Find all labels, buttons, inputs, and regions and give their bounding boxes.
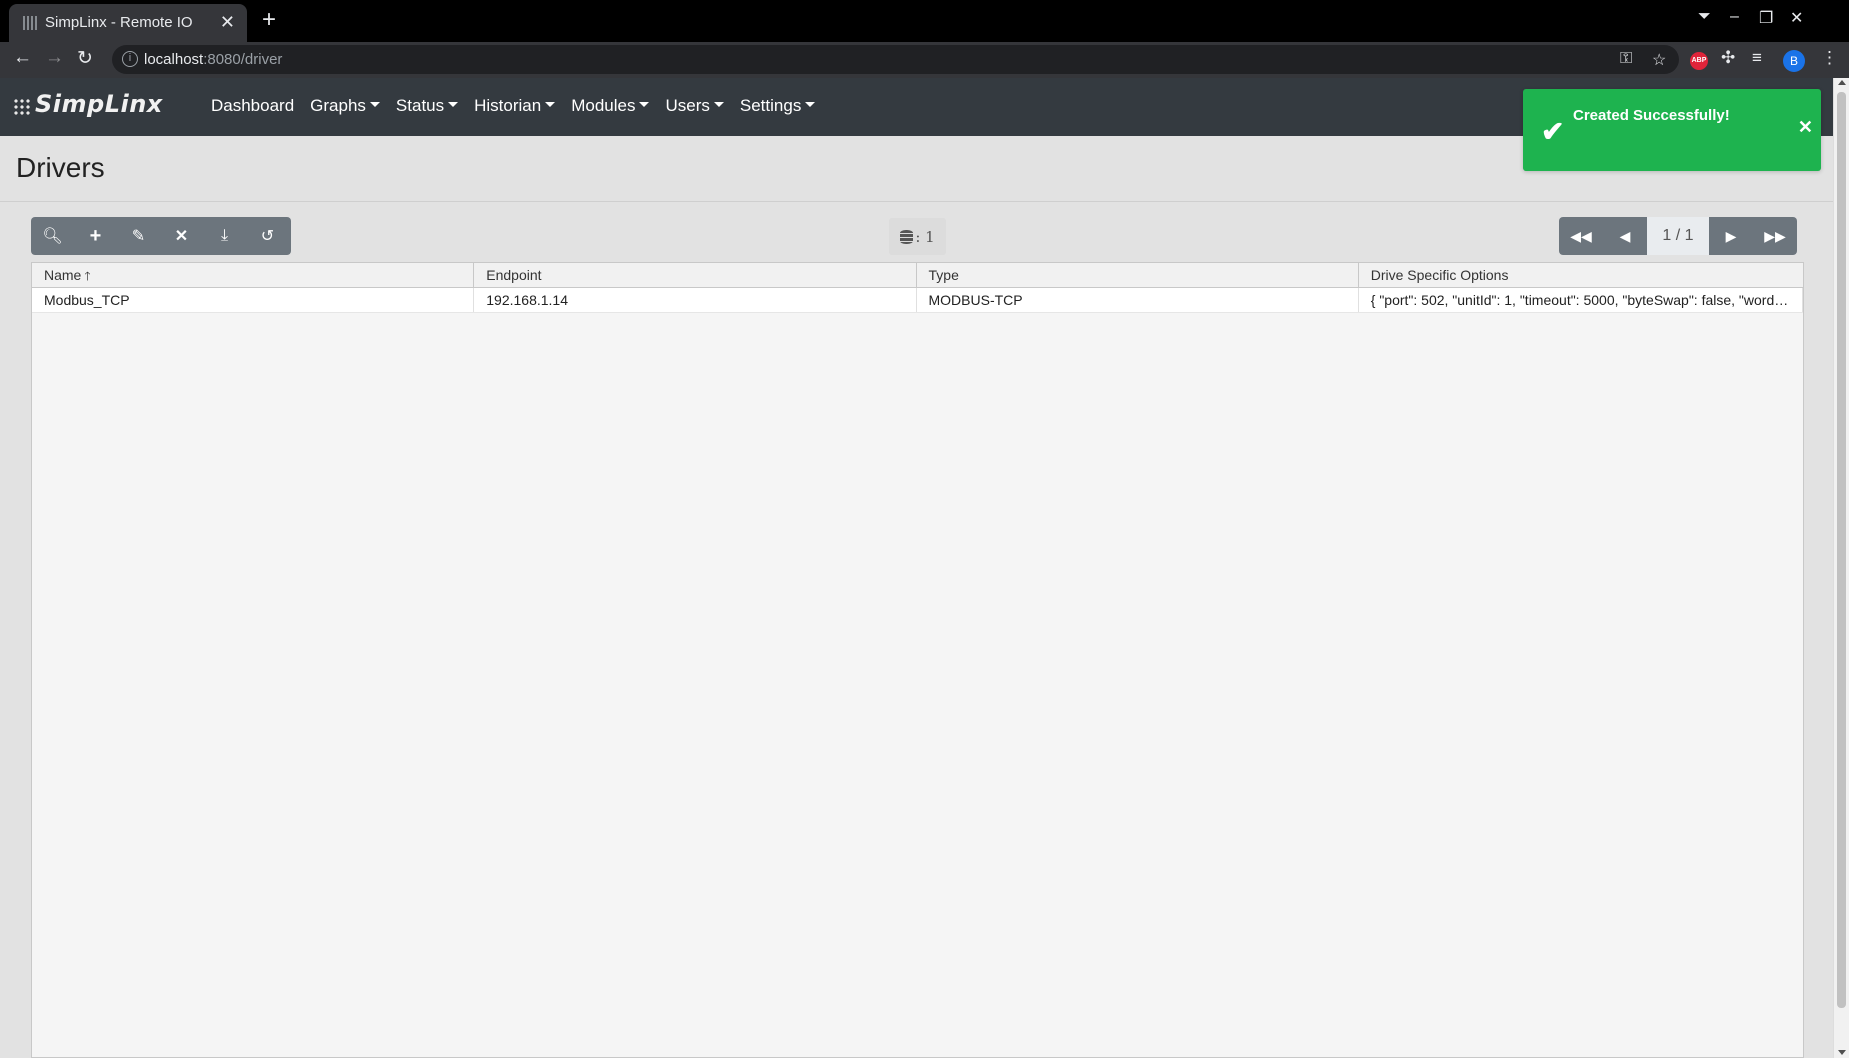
nav-users[interactable]: Users <box>665 96 724 116</box>
address-bar[interactable]: i localhost:8080/driver ⚿ ☆ <box>112 45 1679 74</box>
caret-down-icon <box>713 102 724 108</box>
avatar[interactable]: B <box>1783 50 1805 72</box>
download-button[interactable]: ⤓ <box>203 217 246 255</box>
back-icon[interactable]: ← <box>13 47 32 69</box>
right-icon: ▶ <box>1725 227 1737 244</box>
database-icon <box>900 229 914 244</box>
drivers-table: Name 🡑 Endpoint Type Drive Specific Optio… <box>31 262 1804 1058</box>
last-page-button[interactable]: ▶▶ <box>1753 217 1797 255</box>
download-icon: ⤓ <box>220 227 229 244</box>
refresh-button[interactable]: ↺ <box>246 217 289 255</box>
search-icon: 🔍︎ <box>42 228 63 245</box>
caret-down-icon <box>805 102 816 108</box>
adblock-extension-icon[interactable]: ABP <box>1690 52 1708 70</box>
caret-down-icon <box>545 102 556 108</box>
prev-page-button[interactable]: ◀ <box>1603 217 1647 255</box>
browser-tab-bar: SimpLinx - Remote IO ✕ + ⏷ – ❐ ✕ <box>0 0 1849 42</box>
cell-options[interactable]: { "port": 502, "unitId": 1, "timeout": 5… <box>1359 288 1803 312</box>
tab-close-icon[interactable]: ✕ <box>220 12 235 33</box>
table-header: Name 🡑 Endpoint Type Drive Specific Optio… <box>32 263 1803 288</box>
column-header-type[interactable]: Type <box>917 263 1359 287</box>
table-row[interactable]: Modbus_TCP 192.168.1.14 MODBUS-TCP { "po… <box>32 288 1803 313</box>
record-count-badge: : 1 <box>889 218 946 255</box>
column-header-name[interactable]: Name 🡑 <box>32 263 475 287</box>
cell-endpoint[interactable]: 192.168.1.14 <box>474 288 917 312</box>
media-icon[interactable]: ≡ <box>1752 48 1762 68</box>
edit-button[interactable]: ✎ <box>117 217 160 255</box>
scroll-up-icon[interactable] <box>1838 80 1846 85</box>
search-button[interactable]: 🔍︎ <box>31 217 74 255</box>
puzzle-icon[interactable]: ✣ <box>1721 48 1735 68</box>
check-icon: ✔ <box>1541 116 1565 147</box>
brand-dots-icon <box>13 98 31 116</box>
delete-button[interactable]: ✕ <box>160 217 203 255</box>
favicon-icon <box>23 16 37 30</box>
double-right-icon: ▶▶ <box>1764 227 1786 244</box>
left-icon: ◀ <box>1619 227 1631 244</box>
record-count: : 1 <box>915 227 935 246</box>
tab-title: SimpLinx - Remote IO <box>45 14 193 31</box>
toast-close-icon[interactable]: ✕ <box>1798 117 1813 138</box>
delete-icon: ✕ <box>174 228 189 245</box>
nav-graphs[interactable]: Graphs <box>310 96 380 116</box>
key-icon[interactable]: ⚿ <box>1620 50 1632 68</box>
nav-links: Dashboard Graphs Status Historian Module… <box>211 96 831 116</box>
caret-down-icon <box>448 102 459 108</box>
add-icon: + <box>89 224 102 247</box>
browser-toolbar: ← → ↻ i localhost:8080/driver ⚿ ☆ ABP ✣ … <box>0 42 1849 78</box>
content-area: 🔍︎ + ✎ ✕ ⤓ ↺ : 1 ◀◀ ◀ 1 / 1 ▶ ▶▶ Name 🡑 E… <box>0 202 1833 1058</box>
nav-status[interactable]: Status <box>396 96 459 116</box>
next-page-button[interactable]: ▶ <box>1709 217 1753 255</box>
toast-message: Created Successfully! <box>1573 107 1730 124</box>
pager: ◀◀ ◀ 1 / 1 ▶ ▶▶ <box>1559 217 1797 255</box>
add-button[interactable]: + <box>74 217 117 255</box>
close-window-icon[interactable]: ✕ <box>1790 8 1803 28</box>
info-icon[interactable]: i <box>122 51 138 67</box>
nav-historian[interactable]: Historian <box>474 96 556 116</box>
reload-icon[interactable]: ↻ <box>77 47 93 70</box>
cell-type[interactable]: MODBUS-TCP <box>917 288 1359 312</box>
tab-search-icon[interactable]: ⏷ <box>1698 8 1711 26</box>
url-text[interactable]: localhost:8080/driver <box>144 51 282 68</box>
cell-name[interactable]: Modbus_TCP <box>32 288 475 312</box>
drivers-grid-container: 🔍︎ + ✎ ✕ ⤓ ↺ : 1 ◀◀ ◀ 1 / 1 ▶ ▶▶ Name 🡑 E… <box>31 217 1804 1058</box>
edit-icon: ✎ <box>131 228 146 245</box>
success-toast: ✔ Created Successfully! ✕ <box>1523 89 1821 171</box>
sort-asc-icon: 🡑 <box>84 269 91 283</box>
brand-name: SimpLinx <box>35 90 163 118</box>
nav-modules[interactable]: Modules <box>571 96 650 116</box>
restore-icon[interactable]: ❐ <box>1759 8 1773 28</box>
star-icon[interactable]: ☆ <box>1652 50 1666 70</box>
caret-down-icon <box>369 102 380 108</box>
browser-tab[interactable]: SimpLinx - Remote IO ✕ <box>9 4 247 42</box>
double-left-icon: ◀◀ <box>1570 227 1592 244</box>
scroll-down-icon[interactable] <box>1838 1050 1846 1055</box>
grid-toolbar: 🔍︎ + ✎ ✕ ⤓ ↺ <box>31 217 291 255</box>
scroll-thumb[interactable] <box>1837 92 1846 1008</box>
page-title: Drivers <box>16 152 105 183</box>
page-indicator: 1 / 1 <box>1647 217 1709 255</box>
column-header-options[interactable]: Drive Specific Options <box>1359 263 1803 287</box>
minimize-icon[interactable]: – <box>1730 8 1739 26</box>
first-page-button[interactable]: ◀◀ <box>1559 217 1603 255</box>
forward-icon[interactable]: → <box>45 47 64 69</box>
refresh-icon: ↺ <box>260 228 275 245</box>
nav-dashboard[interactable]: Dashboard <box>211 96 294 116</box>
page-scrollbar[interactable] <box>1833 78 1849 1058</box>
nav-settings[interactable]: Settings <box>740 96 816 116</box>
caret-down-icon <box>639 102 650 108</box>
new-tab-button[interactable]: + <box>262 6 276 34</box>
menu-icon[interactable]: ⋮ <box>1821 48 1838 68</box>
column-header-endpoint[interactable]: Endpoint <box>474 263 917 287</box>
